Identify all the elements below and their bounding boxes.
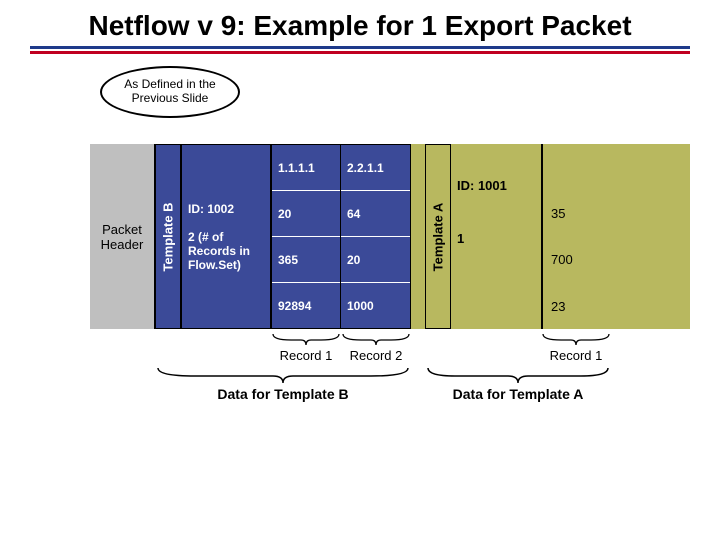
page-title: Netflow v 9: Example for 1 Export Packet	[0, 0, 720, 46]
cell: 2.2.1.1	[341, 145, 410, 190]
brace-icon	[425, 366, 611, 384]
template-b-id: ID: 1002	[188, 202, 264, 216]
template-a-count: 1	[457, 231, 535, 246]
brace-record-b2: Record 2	[341, 332, 411, 363]
brace-label: Record 1	[550, 348, 603, 363]
cell: 64	[341, 190, 410, 236]
diagram-stage: As Defined in the Previous Slide Packet …	[30, 104, 690, 374]
template-a-id: ID: 1001	[457, 178, 535, 193]
table-row: 1.1.1.1 20 365 92894	[271, 144, 341, 329]
table-row: 35 700 23	[541, 144, 611, 329]
callout-bubble: As Defined in the Previous Slide	[100, 66, 240, 118]
packet-header-block: Packet Header	[90, 144, 155, 329]
cell: 35	[543, 190, 611, 236]
brace-template-a: Data for Template A	[425, 366, 611, 402]
cell: 23	[543, 283, 611, 329]
cell: 92894	[272, 282, 340, 328]
packet-header-label: Packet Header	[90, 222, 154, 252]
divider	[30, 46, 690, 49]
template-a-records: 35 700 23	[541, 144, 611, 329]
callout-text: As Defined in the Previous Slide	[112, 78, 228, 106]
brace-label: Data for Template B	[217, 386, 348, 402]
brace-icon	[341, 332, 411, 346]
template-b-strip: Template B	[155, 144, 181, 329]
brace-icon	[541, 332, 611, 346]
cell: 700	[543, 237, 611, 283]
table-row: 2.2.1.1 64 20 1000	[341, 144, 411, 329]
brace-record-a1: Record 1	[541, 332, 611, 363]
template-b-count: 2 (# of Records in Flow.Set)	[188, 230, 264, 272]
cell	[543, 144, 611, 190]
template-a-strip: Template A	[425, 144, 451, 329]
template-a-info: ID: 1001 1	[451, 144, 541, 329]
cell: 365	[272, 236, 340, 282]
brace-template-b: Data for Template B	[155, 366, 411, 402]
brace-record-b1: Record 1	[271, 332, 341, 363]
brace-label: Data for Template A	[453, 386, 584, 402]
brace-icon	[155, 366, 411, 384]
template-b-info: ID: 1002 2 (# of Records in Flow.Set)	[181, 144, 271, 329]
template-b-label: Template B	[161, 202, 176, 271]
cell: 1.1.1.1	[272, 145, 340, 190]
cell: 20	[341, 236, 410, 282]
divider	[30, 51, 690, 54]
template-a-label: Template A	[431, 202, 446, 271]
template-b-records: 1.1.1.1 20 365 92894 2.2.1.1 64 20 1000	[271, 144, 411, 329]
brace-label: Record 2	[350, 348, 403, 363]
brace-label: Record 1	[280, 348, 333, 363]
cell: 1000	[341, 282, 410, 328]
cell: 20	[272, 190, 340, 236]
brace-icon	[271, 332, 341, 346]
